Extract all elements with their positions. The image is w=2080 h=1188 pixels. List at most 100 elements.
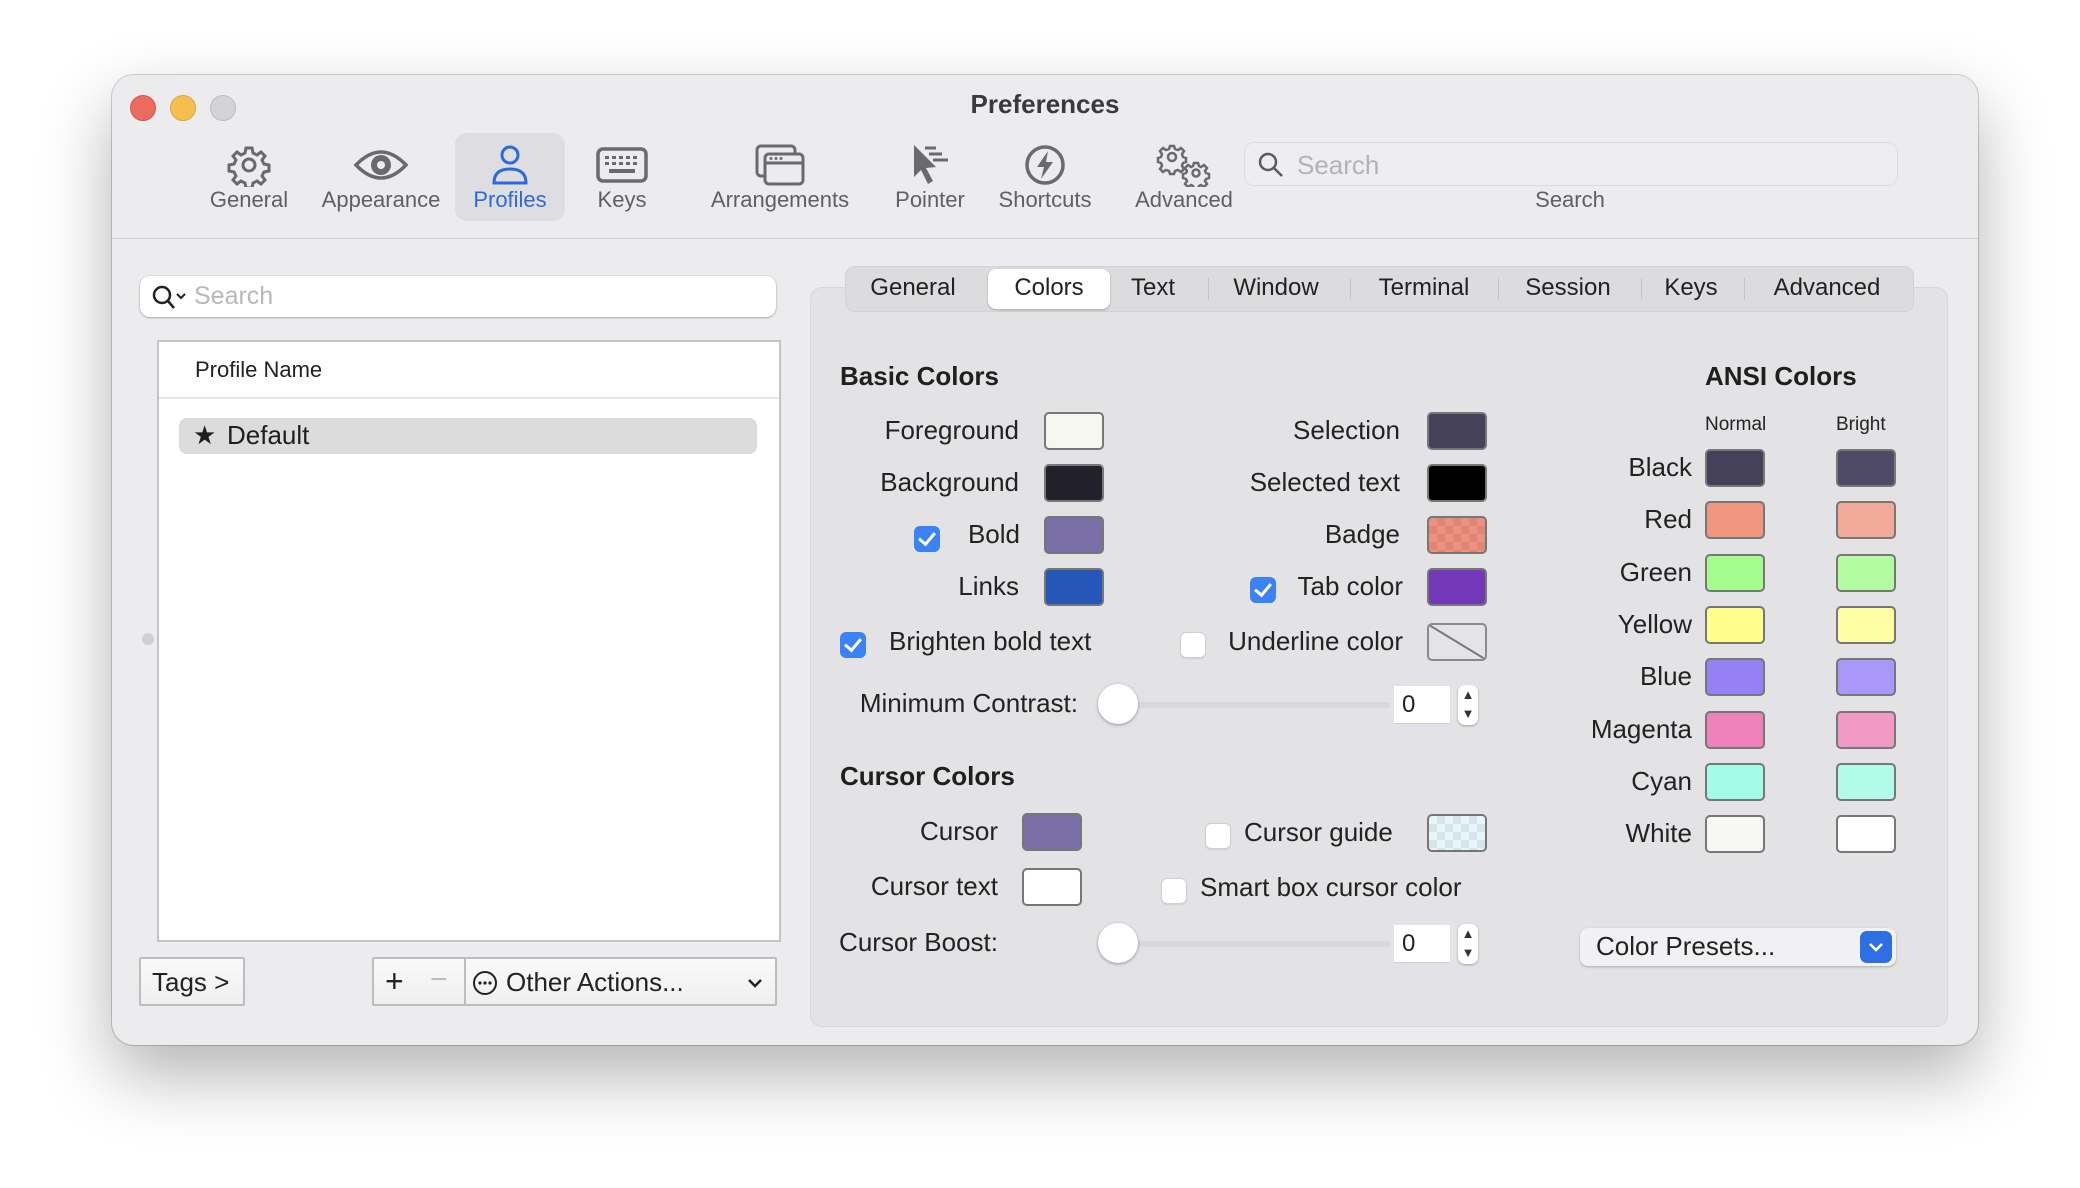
badge-color-well[interactable]: [1427, 516, 1487, 554]
ansi-red-bright-color-well[interactable]: [1836, 501, 1896, 540]
ansi-magenta-normal-color-well[interactable]: [1705, 710, 1765, 749]
stepper-down-icon[interactable]: ▼: [1458, 945, 1478, 960]
ansi-white-normal-color-well[interactable]: [1705, 815, 1765, 854]
tab-general[interactable]: General: [860, 267, 966, 311]
tab-separator: [1498, 278, 1499, 300]
cursor-boost-slider[interactable]: [1112, 941, 1390, 947]
toolbar-general[interactable]: General: [194, 133, 304, 221]
min-contrast-value-field[interactable]: 0: [1394, 686, 1450, 724]
cursor-boost-slider-knob[interactable]: [1098, 923, 1138, 963]
keyboard-icon: [596, 147, 648, 183]
add-profile-button[interactable]: +: [372, 957, 420, 1006]
min-contrast-slider-knob[interactable]: [1098, 684, 1138, 724]
pointer-icon: [914, 145, 948, 184]
selected-text-color-well[interactable]: [1427, 464, 1487, 502]
toolbar-profiles[interactable]: Profiles: [455, 133, 565, 221]
ansi-cyan-bright-color-well[interactable]: [1836, 762, 1896, 801]
ansi-blue-bright-color-well[interactable]: [1836, 658, 1896, 697]
bold-label: Bold: [967, 519, 1020, 549]
tab-separator: [1744, 278, 1745, 300]
toolbar-search-field[interactable]: Search: [1244, 142, 1898, 186]
underline-color-checkbox[interactable]: [1180, 632, 1206, 658]
remove-profile-button[interactable]: −: [418, 957, 466, 1006]
preferences-window: Preferences General Appearance Profiles …: [112, 75, 1978, 1045]
tab-color-well[interactable]: [1427, 568, 1487, 606]
search-menu-icon[interactable]: [150, 283, 190, 313]
ansi-cyan-normal-color-well[interactable]: [1705, 762, 1765, 801]
tab-color-label: Tab color: [1297, 571, 1404, 601]
ansi-blue-normal-color-well[interactable]: [1705, 658, 1765, 697]
brighten-bold-checkbox[interactable]: [840, 632, 866, 658]
stepper-up-icon[interactable]: ▲: [1458, 926, 1478, 941]
cursor-boost-stepper[interactable]: ▲ ▼: [1458, 924, 1478, 964]
profile-row[interactable]: ★ Default: [179, 418, 757, 454]
toolbar-appearance[interactable]: Appearance: [308, 133, 454, 221]
no-color-slash-icon: [1429, 625, 1485, 659]
smart-box-cursor-checkbox[interactable]: [1161, 878, 1187, 904]
ansi-white-bright-color-well[interactable]: [1836, 815, 1896, 854]
selected-text-label: Selected text: [1249, 467, 1400, 497]
cursor-guide-checkbox[interactable]: [1205, 823, 1231, 849]
toolbar-label: Profiles: [473, 187, 547, 212]
profile-search-input[interactable]: Search: [140, 276, 776, 317]
toolbar-advanced[interactable]: Advanced: [1114, 133, 1254, 221]
toolbar-shortcuts[interactable]: Shortcuts: [974, 133, 1116, 221]
color-presets-label: Color Presets...: [1596, 931, 1776, 961]
cursor-boost-value-field[interactable]: 0: [1394, 925, 1450, 963]
basic-colors-heading: Basic Colors: [840, 361, 999, 391]
foreground-color-well[interactable]: [1044, 412, 1104, 450]
underline-color-well[interactable]: [1427, 623, 1487, 661]
ansi-yellow-bright-color-well[interactable]: [1836, 605, 1896, 644]
other-actions-dropdown[interactable]: Other Actions...: [464, 957, 777, 1006]
ansi-magenta-bright-color-well[interactable]: [1836, 710, 1896, 749]
background-label: Background: [880, 467, 1019, 497]
tab-color-checkbox[interactable]: [1250, 577, 1276, 603]
tab-terminal[interactable]: Terminal: [1358, 267, 1490, 311]
cursor-text-color-well[interactable]: [1022, 868, 1082, 906]
tab-session[interactable]: Session: [1506, 267, 1630, 311]
min-contrast-stepper[interactable]: ▲ ▼: [1458, 685, 1478, 725]
toolbar-label: Appearance: [321, 187, 441, 212]
ansi-black-bright-color-well[interactable]: [1836, 449, 1896, 487]
other-actions-label: Other Actions...: [506, 967, 684, 997]
toolbar-label: Arrangements: [710, 187, 850, 212]
background-color-well[interactable]: [1044, 464, 1104, 502]
column-header-label: Profile Name: [195, 357, 323, 382]
tab-colors[interactable]: Colors: [988, 269, 1110, 309]
cursor-color-well[interactable]: [1022, 813, 1082, 851]
ansi-red-normal-color-well[interactable]: [1705, 501, 1765, 540]
tab-keys[interactable]: Keys: [1646, 267, 1736, 311]
links-label: Links: [958, 571, 1019, 601]
selection-color-well[interactable]: [1427, 412, 1487, 450]
chevron-down-icon: [1860, 931, 1892, 963]
links-color-well[interactable]: [1044, 568, 1104, 606]
tags-button-label: Tags >: [152, 967, 230, 997]
tab-window[interactable]: Window: [1216, 267, 1336, 311]
stepper-up-icon[interactable]: ▲: [1458, 687, 1478, 702]
tab-advanced[interactable]: Advanced: [1752, 267, 1902, 311]
cursor-boost-label: Cursor Boost:: [839, 927, 998, 957]
selection-label: Selection: [1293, 415, 1400, 445]
column-header-profile-name[interactable]: Profile Name: [159, 342, 779, 399]
toolbar-arrangements[interactable]: Arrangements: [685, 133, 875, 221]
toolbar-keys[interactable]: Keys: [567, 133, 677, 221]
cursor-guide-color-well[interactable]: [1427, 814, 1487, 852]
ansi-green-bright-color-well[interactable]: [1836, 553, 1896, 592]
gear-icon: [227, 146, 271, 187]
ansi-black-normal-color-well[interactable]: [1705, 449, 1765, 487]
tab-text[interactable]: Text: [1116, 267, 1190, 311]
tags-button[interactable]: Tags >: [139, 957, 245, 1006]
cursor-label: Cursor: [919, 816, 998, 846]
toolbar-label: Keys: [597, 187, 647, 212]
bold-color-well[interactable]: [1044, 516, 1104, 554]
badge-label: Badge: [1324, 519, 1400, 549]
stepper-down-icon[interactable]: ▼: [1458, 706, 1478, 721]
profile-search-placeholder: Search: [194, 282, 274, 310]
ansi-green-normal-color-well[interactable]: [1705, 553, 1765, 592]
color-presets-dropdown[interactable]: Color Presets...: [1580, 928, 1896, 966]
splitter-handle[interactable]: [142, 633, 154, 645]
toolbar-label: Advanced: [1135, 187, 1233, 212]
min-contrast-slider[interactable]: [1112, 702, 1390, 708]
toolbar-pointer[interactable]: Pointer: [875, 133, 985, 221]
ansi-yellow-normal-color-well[interactable]: [1705, 605, 1765, 644]
